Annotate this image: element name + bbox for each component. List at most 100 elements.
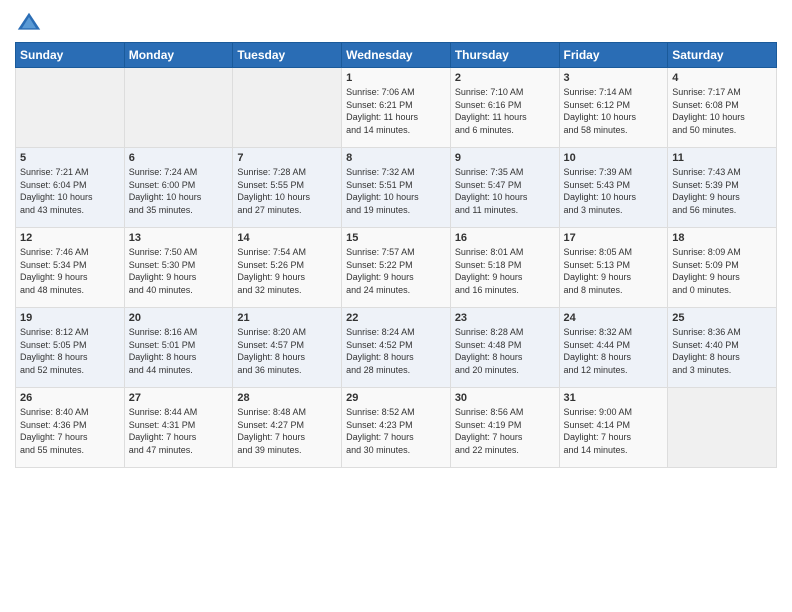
- day-number: 16: [455, 232, 555, 244]
- day-info: Sunrise: 7:10 AM Sunset: 6:16 PM Dayligh…: [455, 86, 555, 136]
- calendar-cell: [16, 68, 125, 148]
- day-header-monday: Monday: [124, 43, 233, 68]
- calendar-cell: 21 Sunrise: 8:20 AM Sunset: 4:57 PM Dayli…: [233, 308, 342, 388]
- calendar-cell: 2 Sunrise: 7:10 AM Sunset: 6:16 PM Daylig…: [450, 68, 559, 148]
- calendar-cell: 22Sunrise: 8:24 AM Sunset: 4:52 PM Dayli…: [342, 308, 451, 388]
- day-number: 9: [455, 152, 555, 164]
- calendar-cell: 6 Sunrise: 7:24 AM Sunset: 6:00 PM Daylig…: [124, 148, 233, 228]
- day-info: Sunrise: 8:44 AM Sunset: 4:31 PM Dayligh…: [129, 406, 229, 456]
- calendar-cell: 10Sunrise: 7:39 AM Sunset: 5:43 PM Dayli…: [559, 148, 668, 228]
- day-number: 30: [455, 392, 555, 404]
- day-info: Sunrise: 8:12 AM Sunset: 5:05 PM Dayligh…: [20, 326, 120, 376]
- calendar-cell: 28 Sunrise: 8:48 AM Sunset: 4:27 PM Dayli…: [233, 388, 342, 468]
- day-info: Sunrise: 8:40 AM Sunset: 4:36 PM Dayligh…: [20, 406, 120, 456]
- day-info: Sunrise: 7:46 AM Sunset: 5:34 PM Dayligh…: [20, 246, 120, 296]
- day-number: 11: [672, 152, 772, 164]
- day-number: 25: [672, 312, 772, 324]
- calendar-cell: 13Sunrise: 7:50 AM Sunset: 5:30 PM Dayli…: [124, 228, 233, 308]
- day-info: Sunrise: 7:57 AM Sunset: 5:22 PM Dayligh…: [346, 246, 446, 296]
- day-number: 6: [129, 152, 229, 164]
- day-info: Sunrise: 7:54 AM Sunset: 5:26 PM Dayligh…: [237, 246, 337, 296]
- calendar-week-1: 1 Sunrise: 7:06 AM Sunset: 6:21 PM Daylig…: [16, 68, 777, 148]
- calendar-week-3: 12 Sunrise: 7:46 AM Sunset: 5:34 PM Dayli…: [16, 228, 777, 308]
- calendar-week-2: 5Sunrise: 7:21 AM Sunset: 6:04 PM Daylig…: [16, 148, 777, 228]
- day-info: Sunrise: 7:14 AM Sunset: 6:12 PM Dayligh…: [564, 86, 664, 136]
- day-info: Sunrise: 7:06 AM Sunset: 6:21 PM Dayligh…: [346, 86, 446, 136]
- logo: [15, 10, 47, 38]
- calendar-cell: 24 Sunrise: 8:32 AM Sunset: 4:44 PM Dayli…: [559, 308, 668, 388]
- calendar-cell: 1 Sunrise: 7:06 AM Sunset: 6:21 PM Daylig…: [342, 68, 451, 148]
- day-number: 23: [455, 312, 555, 324]
- calendar-cell: 9 Sunrise: 7:35 AM Sunset: 5:47 PM Daylig…: [450, 148, 559, 228]
- day-number: 4: [672, 72, 772, 84]
- day-info: Sunrise: 8:52 AM Sunset: 4:23 PM Dayligh…: [346, 406, 446, 456]
- day-number: 21: [237, 312, 337, 324]
- calendar-cell: 30 Sunrise: 8:56 AM Sunset: 4:19 PM Dayli…: [450, 388, 559, 468]
- day-number: 24: [564, 312, 664, 324]
- calendar-cell: [233, 68, 342, 148]
- logo-icon: [15, 10, 43, 38]
- day-info: Sunrise: 8:36 AM Sunset: 4:40 PM Dayligh…: [672, 326, 772, 376]
- day-info: Sunrise: 7:28 AM Sunset: 5:55 PM Dayligh…: [237, 166, 337, 216]
- day-info: Sunrise: 8:09 AM Sunset: 5:09 PM Dayligh…: [672, 246, 772, 296]
- calendar-cell: 3 Sunrise: 7:14 AM Sunset: 6:12 PM Daylig…: [559, 68, 668, 148]
- day-info: Sunrise: 8:05 AM Sunset: 5:13 PM Dayligh…: [564, 246, 664, 296]
- day-number: 15: [346, 232, 446, 244]
- header: [15, 10, 777, 38]
- day-info: Sunrise: 8:20 AM Sunset: 4:57 PM Dayligh…: [237, 326, 337, 376]
- day-number: 5: [20, 152, 120, 164]
- calendar-cell: 15 Sunrise: 7:57 AM Sunset: 5:22 PM Dayli…: [342, 228, 451, 308]
- calendar-header-row: SundayMondayTuesdayWednesdayThursdayFrid…: [16, 43, 777, 68]
- calendar-cell: 18 Sunrise: 8:09 AM Sunset: 5:09 PM Dayli…: [668, 228, 777, 308]
- calendar-cell: 23Sunrise: 8:28 AM Sunset: 4:48 PM Dayli…: [450, 308, 559, 388]
- day-info: Sunrise: 7:35 AM Sunset: 5:47 PM Dayligh…: [455, 166, 555, 216]
- day-info: Sunrise: 9:00 AM Sunset: 4:14 PM Dayligh…: [564, 406, 664, 456]
- day-info: Sunrise: 8:01 AM Sunset: 5:18 PM Dayligh…: [455, 246, 555, 296]
- day-number: 28: [237, 392, 337, 404]
- day-info: Sunrise: 7:43 AM Sunset: 5:39 PM Dayligh…: [672, 166, 772, 216]
- day-header-sunday: Sunday: [16, 43, 125, 68]
- calendar-week-4: 19 Sunrise: 8:12 AM Sunset: 5:05 PM Dayli…: [16, 308, 777, 388]
- day-header-saturday: Saturday: [668, 43, 777, 68]
- day-info: Sunrise: 7:17 AM Sunset: 6:08 PM Dayligh…: [672, 86, 772, 136]
- day-number: 3: [564, 72, 664, 84]
- page-container: SundayMondayTuesdayWednesdayThursdayFrid…: [0, 0, 792, 478]
- calendar-cell: 4 Sunrise: 7:17 AM Sunset: 6:08 PM Daylig…: [668, 68, 777, 148]
- day-number: 26: [20, 392, 120, 404]
- day-header-tuesday: Tuesday: [233, 43, 342, 68]
- day-info: Sunrise: 8:48 AM Sunset: 4:27 PM Dayligh…: [237, 406, 337, 456]
- day-info: Sunrise: 7:24 AM Sunset: 6:00 PM Dayligh…: [129, 166, 229, 216]
- day-number: 12: [20, 232, 120, 244]
- calendar-cell: [124, 68, 233, 148]
- calendar-cell: [668, 388, 777, 468]
- day-info: Sunrise: 8:16 AM Sunset: 5:01 PM Dayligh…: [129, 326, 229, 376]
- calendar-cell: 17 Sunrise: 8:05 AM Sunset: 5:13 PM Dayli…: [559, 228, 668, 308]
- calendar-cell: 5Sunrise: 7:21 AM Sunset: 6:04 PM Daylig…: [16, 148, 125, 228]
- calendar-cell: 27Sunrise: 8:44 AM Sunset: 4:31 PM Dayli…: [124, 388, 233, 468]
- calendar-table: SundayMondayTuesdayWednesdayThursdayFrid…: [15, 42, 777, 468]
- calendar-cell: 20 Sunrise: 8:16 AM Sunset: 5:01 PM Dayli…: [124, 308, 233, 388]
- day-info: Sunrise: 8:56 AM Sunset: 4:19 PM Dayligh…: [455, 406, 555, 456]
- day-header-friday: Friday: [559, 43, 668, 68]
- calendar-cell: 12 Sunrise: 7:46 AM Sunset: 5:34 PM Dayli…: [16, 228, 125, 308]
- day-info: Sunrise: 7:32 AM Sunset: 5:51 PM Dayligh…: [346, 166, 446, 216]
- day-number: 17: [564, 232, 664, 244]
- calendar-cell: 14 Sunrise: 7:54 AM Sunset: 5:26 PM Dayli…: [233, 228, 342, 308]
- calendar-cell: 8Sunrise: 7:32 AM Sunset: 5:51 PM Daylig…: [342, 148, 451, 228]
- day-number: 19: [20, 312, 120, 324]
- day-header-thursday: Thursday: [450, 43, 559, 68]
- day-number: 22: [346, 312, 446, 324]
- calendar-cell: 29 Sunrise: 8:52 AM Sunset: 4:23 PM Dayli…: [342, 388, 451, 468]
- day-info: Sunrise: 8:32 AM Sunset: 4:44 PM Dayligh…: [564, 326, 664, 376]
- day-number: 31: [564, 392, 664, 404]
- day-header-wednesday: Wednesday: [342, 43, 451, 68]
- day-number: 18: [672, 232, 772, 244]
- day-number: 20: [129, 312, 229, 324]
- day-number: 2: [455, 72, 555, 84]
- day-info: Sunrise: 7:50 AM Sunset: 5:30 PM Dayligh…: [129, 246, 229, 296]
- day-number: 1: [346, 72, 446, 84]
- calendar-cell: 19 Sunrise: 8:12 AM Sunset: 5:05 PM Dayli…: [16, 308, 125, 388]
- day-number: 14: [237, 232, 337, 244]
- day-number: 29: [346, 392, 446, 404]
- calendar-cell: 25 Sunrise: 8:36 AM Sunset: 4:40 PM Dayli…: [668, 308, 777, 388]
